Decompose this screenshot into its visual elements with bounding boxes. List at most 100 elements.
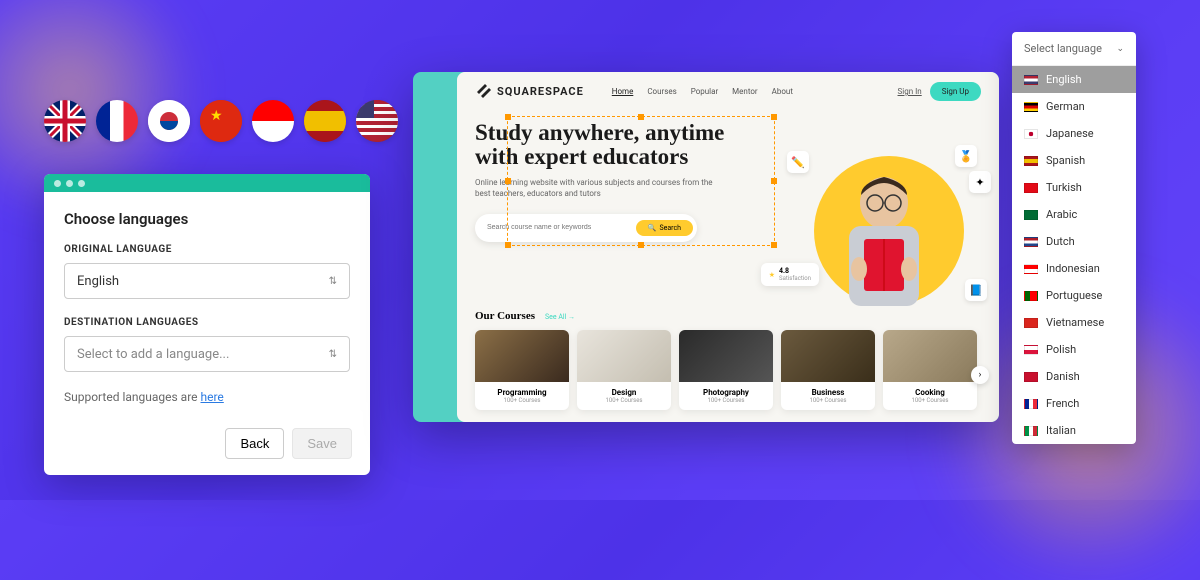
language-option-polish[interactable]: Polish <box>1012 336 1136 363</box>
choose-languages-modal: Choose languages ORIGINAL LANGUAGE Engli… <box>44 174 370 475</box>
language-label: Japanese <box>1046 127 1094 140</box>
book-icon: 📘 <box>965 279 987 301</box>
language-option-english[interactable]: English <box>1012 66 1136 93</box>
language-option-vietnamese[interactable]: Vietnamese <box>1012 309 1136 336</box>
course-count: 100+ Courses <box>787 397 869 404</box>
nav-mentor[interactable]: Mentor <box>732 87 757 96</box>
hero-subtitle: Online learning website with various sub… <box>475 177 715 199</box>
nav-courses[interactable]: Courses <box>647 87 676 96</box>
flag-circles-row: ★ <box>44 100 398 142</box>
language-option-dutch[interactable]: Dutch <box>1012 228 1136 255</box>
language-label: Arabic <box>1046 208 1077 221</box>
language-label: Polish <box>1046 343 1076 356</box>
language-label: Spanish <box>1046 154 1085 167</box>
course-count: 100+ Courses <box>685 397 767 404</box>
see-all-link[interactable]: See All → <box>545 313 575 321</box>
course-thumbnail <box>883 330 977 382</box>
supported-languages-text: Supported languages are here <box>64 390 350 404</box>
course-name: Programming <box>481 388 563 397</box>
course-search-bar[interactable]: 🔍 Search <box>475 214 697 242</box>
svg-text:★: ★ <box>210 108 223 124</box>
course-count: 100+ Courses <box>583 397 665 404</box>
course-thumbnail <box>679 330 773 382</box>
original-language-label: ORIGINAL LANGUAGE <box>64 244 350 255</box>
language-option-turkish[interactable]: Turkish <box>1012 174 1136 201</box>
language-label: German <box>1046 100 1085 113</box>
chevron-down-icon: ⌄ <box>1116 44 1124 54</box>
brand-logo[interactable]: SQUARESPACE <box>475 84 584 100</box>
flag-gb <box>44 100 86 142</box>
course-count: 100+ Courses <box>889 397 971 404</box>
course-thumbnail <box>781 330 875 382</box>
course-card[interactable]: Business 100+ Courses <box>781 330 875 410</box>
site-nav: SQUARESPACE Home Courses Popular Mentor … <box>457 72 999 111</box>
flag-icon <box>1024 156 1038 166</box>
flag-icon <box>1024 75 1038 85</box>
modal-title: Choose languages <box>64 210 350 228</box>
language-option-italian[interactable]: Italian <box>1012 417 1136 444</box>
language-dropdown-trigger[interactable]: Select language ⌄ <box>1012 32 1136 66</box>
language-dropdown[interactable]: Select language ⌄ English German Japanese S… <box>1012 32 1136 444</box>
search-icon: 🔍 <box>648 224 657 232</box>
back-button[interactable]: Back <box>225 428 284 459</box>
language-option-japanese[interactable]: Japanese <box>1012 120 1136 147</box>
flag-cn: ★ <box>200 100 242 142</box>
course-count: 100+ Courses <box>481 397 563 404</box>
website-preview: SQUARESPACE Home Courses Popular Mentor … <box>413 72 999 422</box>
language-option-german[interactable]: German <box>1012 93 1136 120</box>
courses-heading: Our Courses <box>475 310 535 322</box>
signup-button[interactable]: Sign Up <box>930 82 981 101</box>
student-illustration <box>819 161 949 311</box>
language-option-french[interactable]: French <box>1012 390 1136 417</box>
search-button[interactable]: 🔍 Search <box>636 220 693 236</box>
destination-languages-select[interactable]: Select to add a language... ⇅ <box>64 336 350 372</box>
language-label: Vietnamese <box>1046 316 1104 329</box>
flag-icon <box>1024 318 1038 328</box>
course-card[interactable]: Cooking 100+ Courses <box>883 330 977 410</box>
language-option-indonesian[interactable]: Indonesian <box>1012 255 1136 282</box>
flag-icon <box>1024 102 1038 112</box>
course-card[interactable]: Photography 100+ Courses <box>679 330 773 410</box>
language-label: French <box>1046 397 1079 410</box>
chevron-icon: ⇅ <box>329 276 337 287</box>
hero-heading: Study anywhere, anytime with expert educ… <box>475 121 725 169</box>
flag-icon <box>1024 372 1038 382</box>
destination-placeholder: Select to add a language... <box>77 347 229 362</box>
nav-about[interactable]: About <box>772 87 793 96</box>
flag-us <box>356 100 398 142</box>
nav-popular[interactable]: Popular <box>691 87 718 96</box>
flag-fr <box>96 100 138 142</box>
next-arrow-button[interactable]: › <box>971 366 989 384</box>
chevron-icon: ⇅ <box>329 349 337 360</box>
language-label: English <box>1046 73 1082 86</box>
medal-icon: 🏅 <box>955 145 977 167</box>
flag-icon <box>1024 345 1038 355</box>
supported-languages-link[interactable]: here <box>201 390 224 404</box>
course-card[interactable]: Programming 100+ Courses <box>475 330 569 410</box>
nav-home[interactable]: Home <box>612 87 634 96</box>
flag-icon <box>1024 291 1038 301</box>
language-label: Danish <box>1046 370 1080 383</box>
language-option-portuguese[interactable]: Portuguese <box>1012 282 1136 309</box>
flag-icon <box>1024 183 1038 193</box>
signin-link[interactable]: Sign In <box>898 87 922 96</box>
course-name: Photography <box>685 388 767 397</box>
language-label: Italian <box>1046 424 1076 437</box>
save-button[interactable]: Save <box>292 428 352 459</box>
rating-badge: ★ 4.8 Satisfaction <box>761 263 819 286</box>
original-language-select[interactable]: English ⇅ <box>64 263 350 299</box>
star-icon: ★ <box>769 271 775 279</box>
course-card[interactable]: Design 100+ Courses <box>577 330 671 410</box>
hero-illustration: ✏️ 🏅 ✦ 📘 <box>779 141 989 321</box>
language-label: Indonesian <box>1046 262 1100 275</box>
flag-icon <box>1024 426 1038 436</box>
language-option-spanish[interactable]: Spanish <box>1012 147 1136 174</box>
language-label: Turkish <box>1046 181 1082 194</box>
destination-languages-label: DESTINATION LANGUAGES <box>64 317 350 328</box>
course-name: Design <box>583 388 665 397</box>
language-option-danish[interactable]: Danish <box>1012 363 1136 390</box>
course-thumbnail <box>475 330 569 382</box>
pencil-icon: ✏️ <box>787 151 809 173</box>
language-option-arabic[interactable]: Arabic <box>1012 201 1136 228</box>
search-input[interactable] <box>487 224 636 231</box>
